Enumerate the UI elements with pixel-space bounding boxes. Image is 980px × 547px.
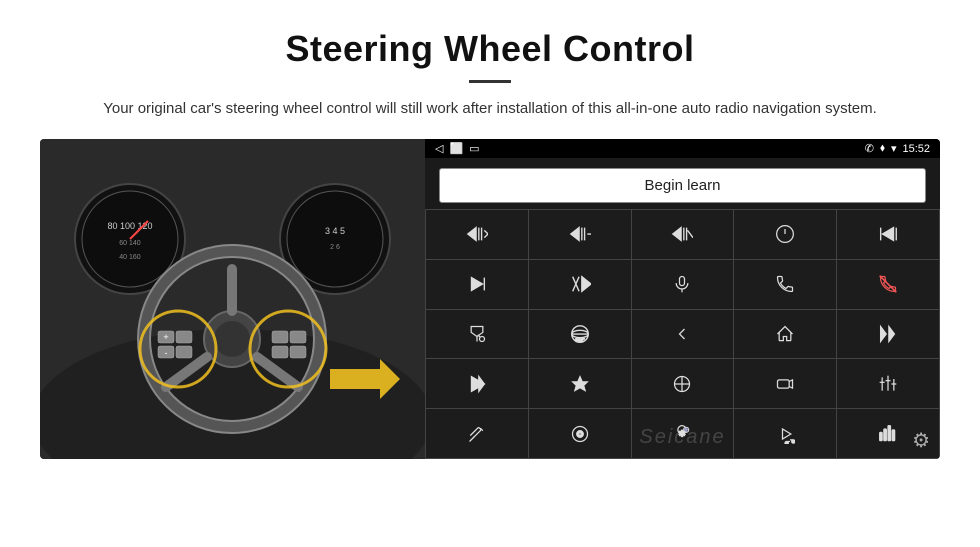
eq-icon[interactable] [837, 359, 939, 408]
car-image: 80 100 120 60 140 40 160 3 4 5 2 6 [40, 139, 425, 459]
vol-up-icon[interactable] [426, 210, 528, 259]
time-display: 15:52 [902, 143, 930, 155]
phone-call-icon[interactable] [734, 260, 836, 309]
end-call-icon[interactable] [837, 260, 939, 309]
status-left: ◁ ⬜ ▭ [435, 142, 480, 155]
camera-icon[interactable] [529, 409, 631, 458]
recents-nav-icon[interactable]: ▭ [469, 142, 479, 155]
360-view-icon[interactable]: 360° [529, 310, 631, 359]
back-icon[interactable] [632, 310, 734, 359]
back-nav-icon[interactable]: ◁ [435, 142, 443, 155]
control-grid: 360° ✱ [425, 209, 940, 459]
next-icon[interactable] [426, 260, 528, 309]
settings-gear-icon[interactable]: ⚙ [912, 428, 930, 453]
location-status-icon: ⬧ [880, 142, 885, 155]
begin-learn-button[interactable]: Begin learn [439, 168, 926, 203]
home-nav-icon[interactable]: ⬜ [449, 142, 463, 155]
title-section: Steering Wheel Control Your original car… [40, 28, 940, 121]
svg-text:40 160: 40 160 [119, 254, 141, 261]
svg-text:360°: 360° [575, 337, 585, 342]
edit-icon[interactable] [426, 409, 528, 458]
music-icon[interactable] [734, 409, 836, 458]
svg-text:2 6: 2 6 [330, 244, 340, 251]
navigate-icon[interactable] [529, 359, 631, 408]
svg-text:+: + [163, 332, 168, 342]
svg-text:60 140: 60 140 [119, 240, 141, 247]
wifi-status-icon: ▾ [891, 142, 897, 155]
title-divider [469, 80, 511, 83]
subtitle: Your original car's steering wheel contr… [100, 97, 880, 121]
vol-down-icon[interactable] [529, 210, 631, 259]
home-icon[interactable] [734, 310, 836, 359]
skip-prev-icon[interactable] [837, 310, 939, 359]
power-icon[interactable] [734, 210, 836, 259]
svg-text:3 4 5: 3 4 5 [325, 226, 345, 236]
page-title: Steering Wheel Control [40, 28, 940, 70]
page-container: Steering Wheel Control Your original car… [0, 0, 980, 479]
mic-icon[interactable] [632, 260, 734, 309]
source-icon[interactable] [632, 359, 734, 408]
android-panel: ◁ ⬜ ▭ ✆ ⬧ ▾ 15:52 Begin learn 360°✱ Sei [425, 139, 940, 459]
horn-icon[interactable] [426, 310, 528, 359]
radio-icon[interactable] [734, 359, 836, 408]
skip-next-icon[interactable] [426, 359, 528, 408]
mute-icon[interactable] [632, 210, 734, 259]
phone-status-icon: ✆ [865, 142, 874, 155]
prev-track-icon[interactable] [837, 210, 939, 259]
shuffle-icon[interactable] [529, 260, 631, 309]
svg-text:✱: ✱ [679, 428, 686, 438]
svg-text:-: - [165, 348, 168, 358]
bluetooth-icon[interactable]: ✱ [632, 409, 734, 458]
begin-learn-row: Begin learn [425, 158, 940, 209]
status-right: ✆ ⬧ ▾ 15:52 [865, 142, 930, 155]
content-row: 80 100 120 60 140 40 160 3 4 5 2 6 [40, 139, 940, 459]
status-bar: ◁ ⬜ ▭ ✆ ⬧ ▾ 15:52 [425, 139, 940, 158]
